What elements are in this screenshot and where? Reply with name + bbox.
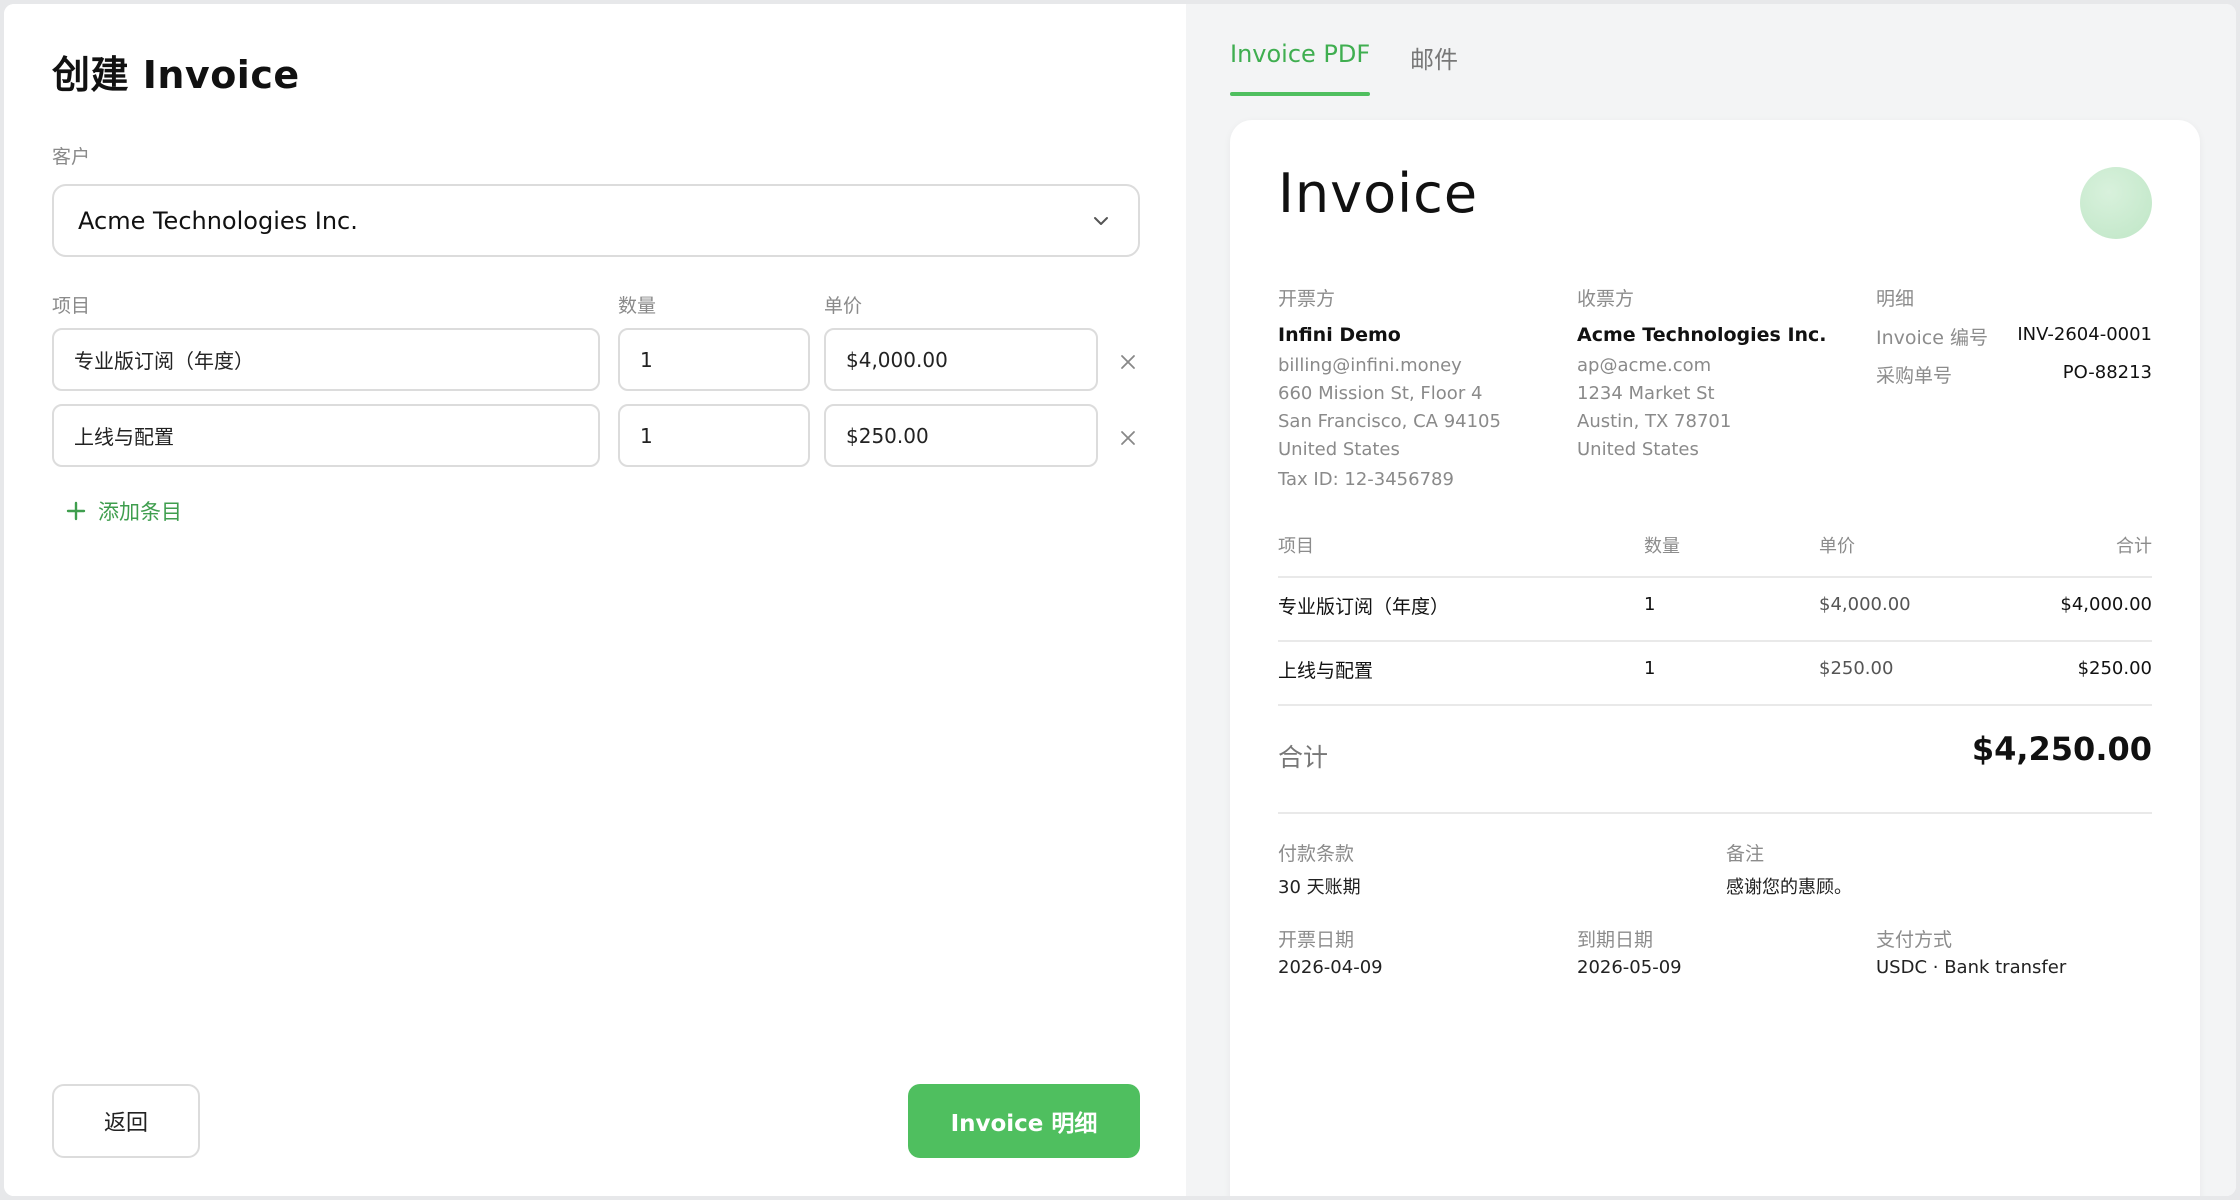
back-button[interactable]: 返回 bbox=[52, 1084, 200, 1158]
page-title: 创建 Invoice bbox=[52, 53, 300, 97]
from-heading: 开票方 bbox=[1278, 288, 1336, 310]
invoice-details-button[interactable]: Invoice 明细 bbox=[908, 1084, 1140, 1158]
invoice-number-value: INV-2604-0001 bbox=[2017, 324, 2152, 345]
plus-icon bbox=[66, 501, 86, 521]
table-header-total: 合计 bbox=[2116, 536, 2152, 557]
line-item-qty-input[interactable]: 1 bbox=[618, 404, 810, 467]
col-item-label: 项目 bbox=[52, 295, 91, 317]
app-window: 创建 Invoice 客户 Acme Technologies Inc. 项目 … bbox=[4, 4, 2236, 1196]
due-date-label: 到期日期 bbox=[1577, 929, 1654, 951]
notes-value: 感谢您的惠顾。 bbox=[1726, 877, 1852, 898]
invoice-form-pane: 创建 Invoice 客户 Acme Technologies Inc. 项目 … bbox=[4, 4, 1186, 1196]
table-row-qty: 1 bbox=[1644, 594, 1656, 615]
grand-total-value: $4,250.00 bbox=[1971, 730, 2152, 768]
to-line: 1234 Market St bbox=[1577, 383, 1715, 404]
payment-terms-value: 30 天账期 bbox=[1278, 877, 1361, 898]
payment-terms-label: 付款条款 bbox=[1278, 843, 1355, 865]
line-item-name-input[interactable]: 上线与配置 bbox=[52, 404, 600, 467]
divider bbox=[1278, 576, 2152, 578]
customer-select-value: Acme Technologies Inc. bbox=[78, 206, 358, 235]
from-line: billing@infini.money bbox=[1278, 355, 1462, 376]
po-number-value: PO-88213 bbox=[2062, 362, 2152, 383]
table-row-item: 上线与配置 bbox=[1278, 660, 1374, 682]
line-item-name-value: 专业版订阅（年度） bbox=[74, 349, 254, 373]
to-line: United States bbox=[1577, 439, 1699, 460]
col-qty-label: 数量 bbox=[618, 295, 657, 317]
table-row-total: $4,000.00 bbox=[2060, 594, 2152, 615]
po-number-label: 采购单号 bbox=[1876, 365, 1953, 387]
payment-method-label: 支付方式 bbox=[1876, 929, 1953, 951]
add-item-button[interactable]: 添加条目 bbox=[64, 496, 182, 526]
table-row-price: $250.00 bbox=[1819, 658, 1894, 679]
line-item-name-input[interactable]: 专业版订阅（年度） bbox=[52, 328, 600, 391]
tab-invoice-pdf[interactable]: Invoice PDF bbox=[1230, 40, 1370, 68]
invoice-title: Invoice bbox=[1278, 162, 1479, 225]
to-heading: 收票方 bbox=[1577, 288, 1635, 310]
to-line: Austin, TX 78701 bbox=[1577, 411, 1732, 432]
line-item-qty-input[interactable]: 1 bbox=[618, 328, 810, 391]
table-row-price: $4,000.00 bbox=[1819, 594, 1911, 615]
logo-circle bbox=[2080, 167, 2152, 239]
notes-label: 备注 bbox=[1726, 843, 1765, 865]
line-item-name-value: 上线与配置 bbox=[74, 425, 174, 449]
table-header-item: 项目 bbox=[1278, 536, 1314, 557]
add-item-label: 添加条目 bbox=[98, 500, 182, 524]
chevron-down-icon bbox=[1094, 217, 1108, 225]
from-line: 660 Mission St, Floor 4 bbox=[1278, 383, 1483, 404]
col-unit-price-label: 单价 bbox=[824, 295, 863, 317]
to-address: ap@acme.com 1234 Market St Austin, TX 78… bbox=[1577, 352, 1731, 464]
customer-label: 客户 bbox=[52, 146, 91, 168]
divider bbox=[1278, 704, 2152, 706]
table-row-qty: 1 bbox=[1644, 658, 1656, 679]
tab-email[interactable]: 邮件 bbox=[1410, 40, 1458, 75]
grand-total-label: 合计 bbox=[1278, 743, 1329, 772]
to-name: Acme Technologies Inc. bbox=[1577, 324, 1827, 346]
close-icon[interactable] bbox=[1118, 428, 1138, 448]
details-heading: 明细 bbox=[1876, 288, 1915, 310]
table-row-total: $250.00 bbox=[2077, 658, 2152, 679]
close-icon[interactable] bbox=[1118, 352, 1138, 372]
line-item-qty-value: 1 bbox=[640, 423, 653, 448]
invoice-pdf-card: Invoice 开票方 Infini Demo billing@infini.m… bbox=[1230, 120, 2200, 1196]
invoice-preview-pane: Invoice PDF 邮件 Invoice 开票方 Infini Demo b… bbox=[1186, 4, 2236, 1196]
active-tab-indicator bbox=[1230, 92, 1370, 96]
invoice-number-label: Invoice 编号 bbox=[1876, 327, 1988, 349]
divider bbox=[1278, 812, 2152, 814]
line-item-qty-value: 1 bbox=[640, 347, 653, 372]
due-date-value: 2026-05-09 bbox=[1577, 957, 1682, 978]
from-line: United States bbox=[1278, 439, 1400, 460]
table-row-item: 专业版订阅（年度） bbox=[1278, 596, 1450, 618]
payment-method-value: USDC · Bank transfer bbox=[1876, 957, 2067, 978]
to-line: ap@acme.com bbox=[1577, 355, 1712, 376]
divider bbox=[1278, 640, 2152, 642]
line-item-price-input[interactable]: $4,000.00 bbox=[824, 328, 1098, 391]
line-item-price-value: $250.00 bbox=[846, 423, 929, 448]
table-header-unit-price: 单价 bbox=[1819, 536, 1855, 557]
from-line: Tax ID: 12-3456789 bbox=[1278, 469, 1454, 490]
from-address: billing@infini.money 660 Mission St, Flo… bbox=[1278, 352, 1501, 494]
line-item-price-value: $4,000.00 bbox=[846, 347, 948, 372]
customer-select[interactable]: Acme Technologies Inc. bbox=[52, 184, 1140, 257]
from-name: Infini Demo bbox=[1278, 324, 1401, 346]
from-line: San Francisco, CA 94105 bbox=[1278, 411, 1501, 432]
issue-date-label: 开票日期 bbox=[1278, 929, 1355, 951]
issue-date-value: 2026-04-09 bbox=[1278, 957, 1383, 978]
line-item-price-input[interactable]: $250.00 bbox=[824, 404, 1098, 467]
table-header-qty: 数量 bbox=[1644, 536, 1680, 557]
